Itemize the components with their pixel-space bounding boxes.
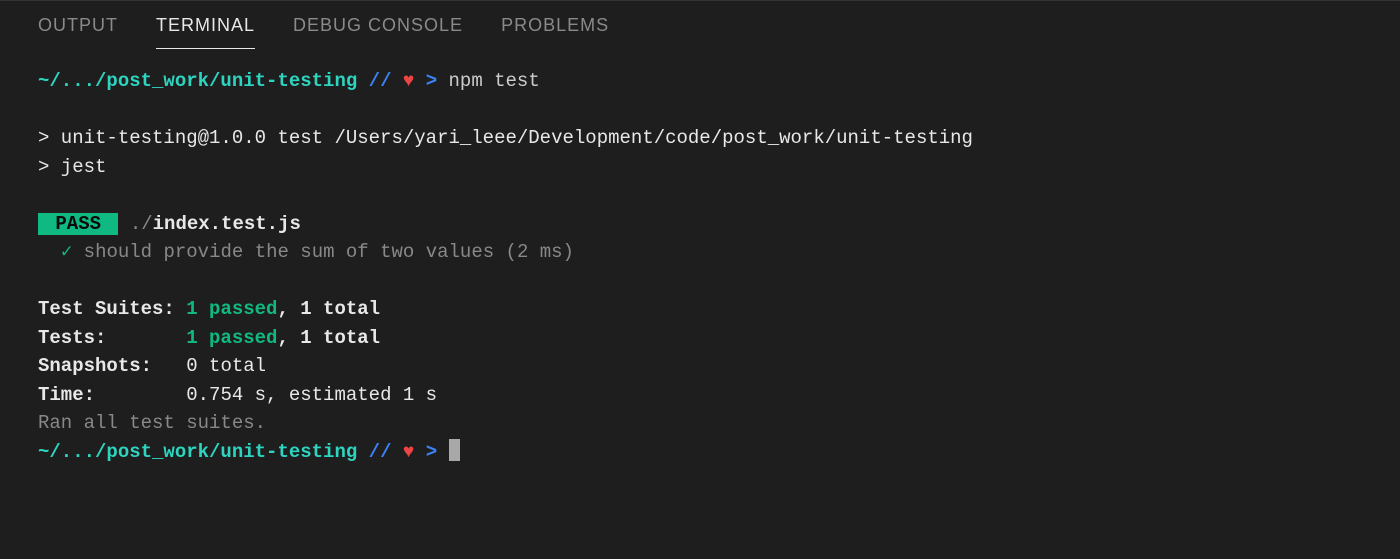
tab-debug-console[interactable]: DEBUG CONSOLE [293, 15, 463, 49]
check-icon: ✓ [61, 241, 72, 263]
time-label: Time: [38, 384, 186, 406]
test-file-name: index.test.js [153, 213, 301, 235]
suites-passed: 1 passed [186, 298, 277, 320]
prompt-arrow: > [426, 70, 437, 92]
prompt-cwd-2: ~/.../post_work/unit-testing [38, 441, 357, 463]
terminal-cursor [449, 439, 460, 461]
test-file-prefix: ./ [118, 213, 152, 235]
heart-icon-2: ♥ [403, 441, 414, 463]
test-description: should provide the sum of two values (2 … [72, 241, 574, 263]
snapshots-value: 0 total [186, 355, 266, 377]
prompt-cwd: ~/.../post_work/unit-testing [38, 70, 357, 92]
terminal-body[interactable]: ~/.../post_work/unit-testing // ♥ > npm … [0, 49, 1400, 466]
snapshots-label: Snapshots: [38, 355, 186, 377]
prompt-arrow-2: > [426, 441, 437, 463]
tab-output[interactable]: OUTPUT [38, 15, 118, 49]
test-line-indent [38, 241, 61, 263]
tab-terminal[interactable]: TERMINAL [156, 15, 255, 49]
panel-tabs: OUTPUT TERMINAL DEBUG CONSOLE PROBLEMS [0, 1, 1400, 49]
prompt-separator: // [369, 70, 392, 92]
time-value: 0.754 s, estimated 1 s [186, 384, 437, 406]
npm-header-line: > unit-testing@1.0.0 test /Users/yari_le… [38, 127, 973, 149]
footer-line: Ran all test suites. [38, 412, 266, 434]
suites-label: Test Suites: [38, 298, 186, 320]
prompt-separator-2: // [369, 441, 392, 463]
npm-runner-line: > jest [38, 156, 106, 178]
command-text: npm test [449, 70, 540, 92]
tests-label: Tests: [38, 327, 186, 349]
heart-icon: ♥ [403, 70, 414, 92]
tests-total: , 1 total [277, 327, 380, 349]
tab-problems[interactable]: PROBLEMS [501, 15, 609, 49]
suites-total: , 1 total [277, 298, 380, 320]
pass-badge: PASS [38, 213, 118, 235]
bottom-panel: OUTPUT TERMINAL DEBUG CONSOLE PROBLEMS ~… [0, 0, 1400, 466]
tests-passed: 1 passed [186, 327, 277, 349]
